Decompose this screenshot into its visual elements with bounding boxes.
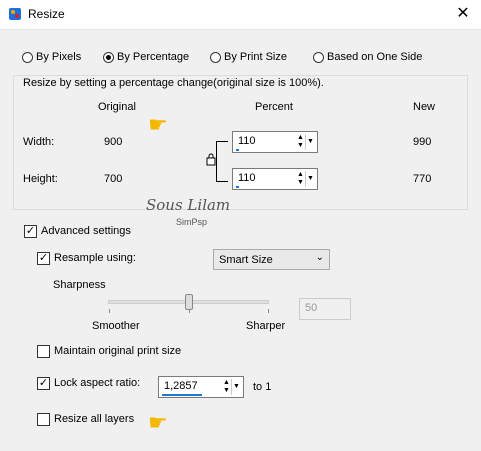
sharpness-value-input: 50 — [299, 298, 351, 320]
checkbox-box: ✓ — [24, 225, 37, 238]
sharpness-slider-thumb[interactable] — [185, 294, 193, 310]
dropdown-arrow-icon[interactable]: ▼ — [231, 379, 241, 395]
input-cursor — [162, 394, 202, 396]
title-bar: Resize ✕ — [0, 0, 481, 30]
lock-icon[interactable] — [205, 153, 217, 166]
width-label: Width: — [23, 136, 55, 148]
height-new: 770 — [413, 173, 432, 185]
radio-label: By Print Size — [224, 51, 287, 63]
up-arrow-icon[interactable]: ▲ — [222, 379, 231, 387]
pointing-hand-icon: ☛ — [148, 410, 168, 435]
height-percent-input[interactable]: 110 ▲ ▼ ▼ — [232, 168, 318, 190]
radio-icon — [22, 52, 33, 63]
width-percent-input[interactable]: 110 ▲ ▼ ▼ — [232, 131, 318, 153]
spin-arrows[interactable]: ▲ ▼ — [296, 134, 305, 150]
input-cursor — [236, 186, 239, 188]
smoother-label: Smoother — [92, 320, 140, 332]
sharper-label: Sharper — [246, 320, 286, 332]
slider-tick — [109, 309, 110, 313]
width-original: 900 — [104, 136, 123, 148]
lock-aspect-ratio-label: Lock aspect ratio: — [54, 377, 141, 389]
height-label: Height: — [23, 173, 58, 185]
chevron-down-icon: ⌄ — [315, 252, 324, 263]
dropdown-arrow-icon[interactable]: ▼ — [305, 134, 315, 150]
col-original-header: Original — [98, 101, 136, 113]
aspect-ratio-value: 1,2857 — [164, 380, 198, 392]
checkbox-box: ✓ — [37, 377, 50, 390]
height-original: 700 — [104, 173, 123, 185]
resample-label: Resample using: — [54, 252, 136, 264]
radio-label: By Pixels — [36, 51, 82, 63]
to-one-label: to 1 — [253, 381, 272, 393]
input-cursor — [236, 149, 239, 151]
down-arrow-icon[interactable]: ▼ — [296, 179, 305, 187]
sharpness-value: 50 — [305, 302, 318, 314]
up-arrow-icon[interactable]: ▲ — [296, 171, 305, 179]
resample-method-select[interactable]: Smart Size ⌄ — [213, 249, 330, 270]
height-percent-value: 110 — [238, 172, 256, 184]
width-percent-value: 110 — [238, 135, 256, 147]
spin-arrows[interactable]: ▲ ▼ — [296, 171, 305, 187]
aspect-link-bracket — [216, 141, 228, 182]
down-arrow-icon[interactable]: ▼ — [296, 142, 305, 150]
pointing-hand-icon: ☛ — [148, 112, 168, 137]
close-button[interactable]: ✕ — [452, 3, 474, 25]
col-percent-header: Percent — [255, 101, 293, 113]
radio-icon — [103, 52, 114, 63]
slider-tick — [189, 309, 190, 313]
resample-method-value: Smart Size — [219, 254, 273, 266]
radio-icon — [210, 52, 221, 63]
resize-all-layers-label: Resize all layers — [54, 413, 135, 425]
up-arrow-icon[interactable]: ▲ — [296, 134, 305, 142]
checkbox-box: ✓ — [37, 252, 50, 265]
slider-tick — [268, 309, 269, 313]
radio-label: By Percentage — [117, 51, 190, 63]
maintain-print-size-label: Maintain original print size — [54, 345, 182, 357]
col-new-header: New — [413, 101, 436, 113]
watermark-sub: SimPsp — [176, 217, 208, 227]
watermark-signature: Sous Lilam — [146, 196, 231, 214]
radio-label: Based on One Side — [327, 51, 423, 63]
group-caption: Resize by setting a percentage change(or… — [23, 77, 324, 89]
app-icon — [8, 7, 22, 21]
checkbox-box — [37, 413, 50, 426]
width-new: 990 — [413, 136, 432, 148]
sharpness-label: Sharpness — [53, 279, 106, 291]
radio-icon — [313, 52, 324, 63]
dropdown-arrow-icon[interactable]: ▼ — [305, 171, 315, 187]
advanced-settings-label: Advanced settings — [41, 225, 131, 237]
aspect-ratio-input[interactable]: 1,2857 ▲ ▼ ▼ — [158, 376, 244, 398]
window-title: Resize — [28, 7, 65, 21]
down-arrow-icon[interactable]: ▼ — [222, 387, 231, 395]
spin-arrows[interactable]: ▲ ▼ — [222, 379, 231, 395]
checkbox-box — [37, 345, 50, 358]
